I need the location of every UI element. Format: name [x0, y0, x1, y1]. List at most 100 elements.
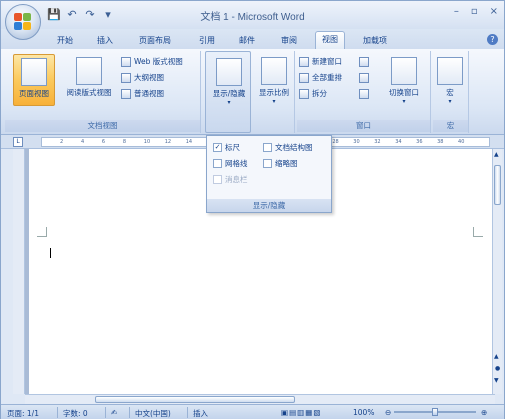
- group-label: 窗口: [297, 120, 430, 132]
- window-title: 文档 1 - Microsoft Word: [200, 12, 305, 23]
- macros-button[interactable]: 宏 ▾: [433, 54, 467, 106]
- message-bar-checkbox: 消息栏: [213, 174, 248, 185]
- view-shortcuts-icon[interactable]: ▣▤▥▦▧: [281, 408, 321, 417]
- group-zoom: 显示比例 ▾: [253, 51, 295, 133]
- thumbnails-checkbox[interactable]: 缩略图: [263, 158, 298, 169]
- ruler-tick-label: 2: [60, 139, 64, 145]
- group-show-hide: 显示/隐藏 ▾: [205, 51, 251, 133]
- group-window: 新建窗口 全部重排 拆分 切换窗口 ▾ 窗口: [297, 51, 431, 133]
- ruler-tick-label: 32: [374, 139, 381, 145]
- next-page-icon[interactable]: ▼: [494, 377, 499, 384]
- tab-page-layout[interactable]: 页面布局: [133, 33, 177, 49]
- ruler-checkbox[interactable]: ✓ 标尺: [213, 142, 240, 153]
- status-bar: 页面: 1/1 字数: 0 ✍ 中文(中国) 插入 ▣▤▥▦▧ 100% ⊖ ⊕: [1, 404, 504, 419]
- ruler-tick-label: 34: [395, 139, 402, 145]
- crop-mark: [37, 227, 47, 237]
- close-button[interactable]: ×: [490, 6, 498, 17]
- arrange-all-button[interactable]: 全部重排: [299, 71, 342, 84]
- scroll-thumb[interactable]: [494, 165, 501, 205]
- checkbox-icon: [263, 143, 272, 152]
- ruler-tick-label: 10: [143, 139, 151, 145]
- zoom-out-icon[interactable]: ⊖: [385, 408, 391, 417]
- tab-addins[interactable]: 加载项: [357, 33, 393, 49]
- show-hide-dropdown: ✓ 标尺 文档结构图 网格线 缩略图 消息栏 显示/隐藏: [206, 135, 332, 213]
- tab-mailings[interactable]: 邮件: [233, 33, 261, 49]
- select-browse-icon[interactable]: ●: [495, 365, 500, 372]
- chevron-down-icon: ▾: [402, 98, 406, 105]
- crop-mark: [473, 227, 483, 237]
- group-macros: 宏 ▾ 宏: [433, 51, 469, 133]
- tab-references[interactable]: 引用: [193, 33, 221, 49]
- proofing-icon[interactable]: ✍: [111, 408, 117, 417]
- office-button[interactable]: [5, 4, 41, 40]
- horizontal-scrollbar[interactable]: [25, 394, 495, 404]
- tab-view[interactable]: 视图: [315, 31, 345, 49]
- vertical-scrollbar[interactable]: ▲ ▲ ● ▼: [492, 149, 502, 394]
- language-indicator[interactable]: 中文(中国): [135, 408, 171, 419]
- ruler-tick-label: 38: [437, 139, 444, 145]
- print-layout-button[interactable]: 页面视图: [13, 54, 55, 106]
- gridlines-checkbox[interactable]: 网格线: [213, 158, 248, 169]
- zoom-level[interactable]: 100%: [353, 408, 374, 417]
- chevron-down-icon: ▾: [227, 99, 231, 106]
- ruler-tick-label: 28: [332, 139, 339, 145]
- doc-map-checkbox[interactable]: 文档结构图: [263, 142, 313, 153]
- vertical-ruler[interactable]: [13, 149, 25, 394]
- scroll-thumb[interactable]: [95, 396, 295, 403]
- checkbox-icon: [213, 175, 222, 184]
- outline-button[interactable]: 大纲视图: [121, 71, 164, 84]
- ruler-tick-label: 8: [122, 139, 127, 145]
- office-logo-icon: [14, 13, 32, 31]
- ruler-tick-label: 36: [416, 139, 423, 145]
- zoom-slider-knob[interactable]: [432, 408, 438, 416]
- full-reading-icon: [76, 57, 102, 85]
- show-hide-button[interactable]: 显示/隐藏 ▾: [208, 55, 250, 107]
- group-label: 宏: [433, 120, 468, 132]
- group-label: 文档视图: [5, 120, 200, 132]
- group-document-views: 页面视图 阅读版式视图 Web 版式视图 大纲视图 普通视图 文档视图: [5, 51, 201, 133]
- tab-insert[interactable]: 插入: [91, 33, 119, 49]
- tab-selector-button[interactable]: L: [13, 137, 23, 147]
- sync-scroll-icon[interactable]: [359, 71, 369, 84]
- ruler-tick-label: 4: [80, 139, 85, 145]
- scroll-up-icon[interactable]: ▲: [494, 151, 499, 158]
- help-icon[interactable]: ?: [487, 34, 498, 45]
- ribbon-tabs: 开始 插入 页面布局 引用 邮件 审阅 视图 加载项 ?: [1, 29, 504, 49]
- insert-mode[interactable]: 插入: [193, 408, 208, 419]
- tab-home[interactable]: 开始: [51, 33, 79, 49]
- minimize-button[interactable]: –: [454, 6, 459, 17]
- new-window-button[interactable]: 新建窗口: [299, 55, 342, 68]
- switch-windows-icon: [391, 57, 417, 85]
- view-side-by-side-icon[interactable]: [359, 55, 369, 68]
- print-layout-icon: [21, 58, 47, 86]
- outline-icon: [121, 72, 131, 83]
- prev-page-icon[interactable]: ▲: [494, 353, 499, 360]
- restore-button[interactable]: ▫: [471, 6, 478, 17]
- ruler-tick-label: 30: [353, 139, 360, 145]
- checkmark-icon: ✓: [213, 143, 222, 152]
- show-hide-icon: [216, 58, 242, 86]
- word-window: 💾 ↶ ↷ ▾ 文档 1 - Microsoft Word – ▫ × 开始 插…: [0, 0, 505, 419]
- zoom-button[interactable]: 显示比例 ▾: [253, 54, 295, 106]
- full-reading-button[interactable]: 阅读版式视图: [59, 54, 119, 106]
- web-layout-button[interactable]: Web 版式视图: [121, 55, 183, 68]
- zoom-in-icon[interactable]: ⊕: [481, 408, 487, 417]
- tab-review[interactable]: 审阅: [275, 33, 303, 49]
- chevron-down-icon: ▾: [272, 98, 276, 105]
- macro-icon: [437, 57, 463, 85]
- draft-button[interactable]: 普通视图: [121, 87, 164, 100]
- web-layout-icon: [121, 56, 131, 67]
- split-button[interactable]: 拆分: [299, 87, 327, 100]
- checkbox-icon: [213, 159, 222, 168]
- split-icon: [299, 88, 309, 99]
- checkbox-icon: [263, 159, 272, 168]
- ruler-tick-label: 40: [458, 139, 465, 145]
- divider: [57, 407, 58, 418]
- word-count[interactable]: 字数: 0: [63, 408, 88, 419]
- page-count[interactable]: 页面: 1/1: [7, 408, 39, 419]
- divider: [187, 407, 188, 418]
- switch-windows-button[interactable]: 切换窗口 ▾: [381, 54, 427, 106]
- draft-icon: [121, 88, 131, 99]
- zoom-slider[interactable]: [394, 408, 476, 416]
- reset-window-icon[interactable]: [359, 87, 369, 100]
